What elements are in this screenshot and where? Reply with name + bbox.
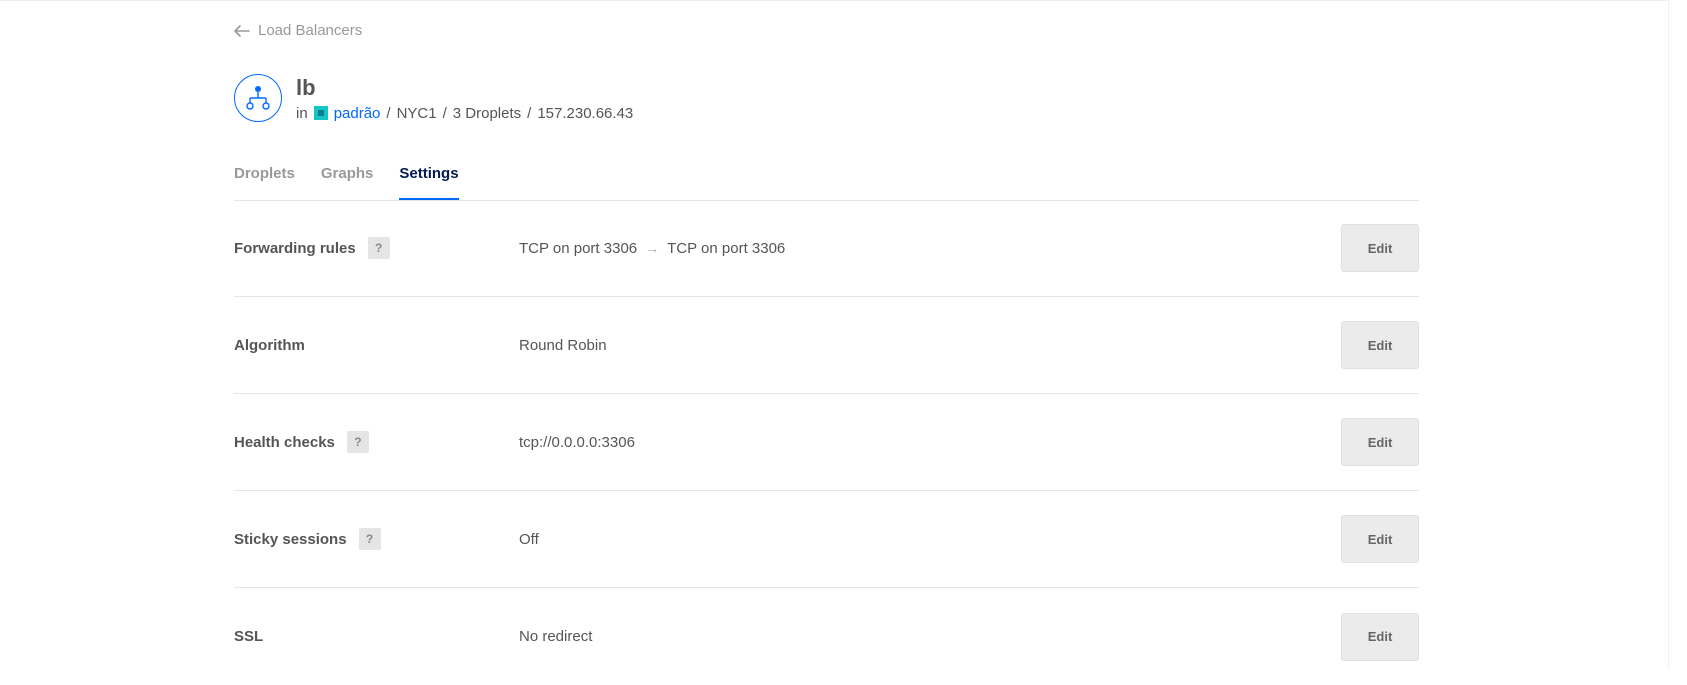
separator: / [442, 104, 447, 122]
setting-label: Sticky sessions [234, 530, 347, 548]
settings-list: Forwarding rules ? TCP on port 3306 → TC… [234, 200, 1419, 685]
setting-label: SSL [234, 628, 264, 645]
droplet-count: 3 Droplets [452, 104, 522, 122]
separator: / [527, 104, 532, 122]
arrow-left-icon [234, 24, 250, 37]
setting-value: tcp://0.0.0.0:3306 [519, 433, 635, 451]
tab-bar: Droplets Graphs Settings [234, 163, 1419, 201]
setting-label: Algorithm [234, 336, 305, 354]
separator: / [386, 104, 391, 122]
tab-droplets[interactable]: Droplets [234, 163, 295, 198]
help-icon[interactable]: ? [358, 528, 381, 550]
help-icon[interactable]: ? [367, 237, 390, 259]
load-balancer-header: lb in padrão / NYC1 / 3 Droplets / 157.2… [234, 74, 633, 122]
settings-row-forwarding-rules: Forwarding rules ? TCP on port 3306 → TC… [234, 200, 1419, 297]
ip-address: 157.230.66.43 [537, 104, 634, 122]
in-label: in [296, 104, 308, 122]
back-to-load-balancers-link[interactable]: Load Balancers [234, 22, 362, 39]
edit-forwarding-rules-button[interactable]: Edit [1341, 224, 1419, 272]
tab-graphs[interactable]: Graphs [321, 163, 374, 198]
help-icon[interactable]: ? [346, 431, 369, 453]
load-balancer-icon [234, 74, 282, 122]
settings-row-algorithm: Algorithm Round Robin Edit [234, 297, 1419, 394]
scrollbar[interactable] [1668, 0, 1687, 669]
top-border [0, 0, 1687, 1]
back-link-label: Load Balancers [258, 22, 363, 39]
settings-row-ssl: SSL No redirect Edit [234, 588, 1419, 685]
setting-value: Off [519, 530, 539, 548]
project-link[interactable]: padrão [334, 105, 381, 122]
setting-label: Health checks [234, 433, 335, 451]
edit-sticky-sessions-button[interactable]: Edit [1341, 515, 1419, 563]
forwarding-to: TCP on port 3306 [667, 239, 786, 257]
region-label: NYC1 [396, 104, 437, 122]
edit-health-checks-button[interactable]: Edit [1341, 418, 1419, 466]
settings-row-sticky-sessions: Sticky sessions ? Off Edit [234, 491, 1419, 588]
setting-label: Forwarding rules [234, 239, 356, 257]
forwarding-from: TCP on port 3306 [519, 239, 638, 257]
setting-value: No redirect [519, 628, 593, 645]
settings-row-health-checks: Health checks ? tcp://0.0.0.0:3306 Edit [234, 394, 1419, 491]
edit-ssl-button[interactable]: Edit [1341, 612, 1419, 661]
tab-settings[interactable]: Settings [399, 163, 459, 200]
edit-algorithm-button[interactable]: Edit [1341, 321, 1419, 369]
project-icon [313, 106, 328, 120]
load-balancer-meta: in padrão / NYC1 / 3 Droplets / 157.230.… [296, 105, 633, 122]
page-title: lb [296, 74, 316, 100]
setting-value: Round Robin [519, 336, 607, 354]
arrow-right-icon: → [645, 240, 660, 256]
